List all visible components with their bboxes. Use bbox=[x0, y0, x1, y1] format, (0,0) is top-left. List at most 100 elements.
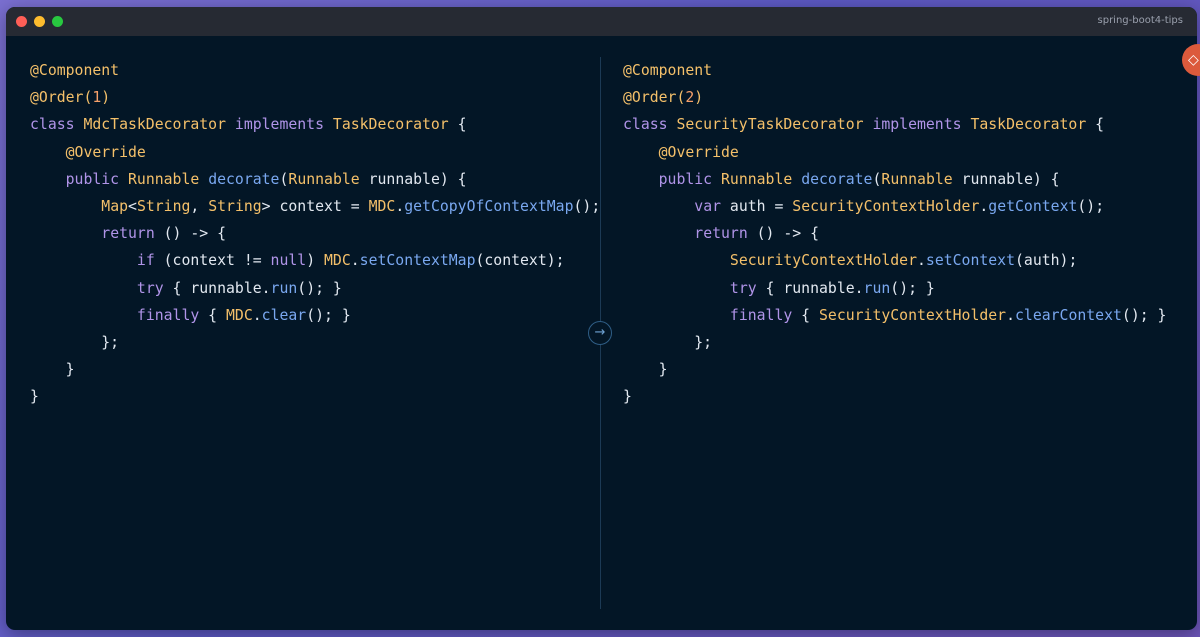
code-line: } bbox=[623, 383, 1188, 410]
code-token: () -> { bbox=[747, 225, 820, 243]
code-line: try { runnable.run(); } bbox=[30, 275, 595, 302]
code-token: getContext bbox=[988, 197, 1078, 215]
code-token: getCopyOfContextMap bbox=[404, 197, 574, 215]
code-line: try { runnable.run(); } bbox=[623, 275, 1188, 302]
code-token: TaskDecorator bbox=[332, 116, 449, 134]
code-line: SecurityContextHolder.setContext(auth); bbox=[623, 247, 1188, 274]
code-token: . bbox=[916, 252, 926, 270]
code-token: > context = bbox=[261, 197, 369, 215]
code-line: @Order(2) bbox=[623, 84, 1188, 111]
code-token: SecurityContextHolder bbox=[819, 306, 1007, 324]
code-line: finally { SecurityContextHolder.clearCon… bbox=[623, 302, 1188, 329]
code-line: return () -> { bbox=[623, 220, 1188, 247]
code-pane-right: @Component @Order(2) class SecurityTaskDec… bbox=[623, 57, 1188, 410]
code-token: runnable) { bbox=[359, 170, 467, 188]
code-token: Runnable bbox=[128, 170, 200, 188]
code-pane-left: @Component @Order(1) class MdcTaskDecorato… bbox=[30, 57, 600, 410]
code-token: Runnable bbox=[721, 170, 793, 188]
code-token: class bbox=[623, 116, 677, 134]
code-token: TaskDecorator bbox=[970, 116, 1087, 134]
code-token: . bbox=[979, 197, 989, 215]
code-line: class SecurityTaskDecorator implements T… bbox=[623, 111, 1188, 138]
code-token: . bbox=[252, 306, 262, 324]
code-line: @Override bbox=[623, 139, 1188, 166]
code-token: auth = bbox=[721, 197, 793, 215]
code-token: @Order( bbox=[30, 89, 93, 107]
code-token: return bbox=[101, 225, 155, 243]
code-token: { bbox=[1086, 116, 1105, 134]
code-token: { bbox=[792, 306, 819, 324]
code-token: implements bbox=[226, 116, 333, 134]
code-token: @Override bbox=[65, 143, 146, 161]
code-token: setContextMap bbox=[359, 252, 476, 270]
code-line: public Runnable decorate(Runnable runnab… bbox=[623, 166, 1188, 193]
code-line: Map<String, String> context = MDC.getCop… bbox=[30, 193, 600, 220]
arrow-right-icon: → bbox=[588, 321, 612, 345]
code-token: clear bbox=[261, 306, 307, 324]
code-line: class MdcTaskDecorator implements TaskDe… bbox=[30, 111, 595, 138]
code-token: } bbox=[623, 361, 668, 379]
code-token: implements bbox=[863, 116, 971, 134]
code-line: @Order(1) bbox=[30, 84, 595, 111]
code-token: { bbox=[199, 306, 226, 324]
code-token: @Component bbox=[30, 62, 120, 79]
code-token: Map bbox=[101, 197, 129, 215]
code-token: try bbox=[136, 279, 164, 297]
code-token: MDC bbox=[324, 252, 351, 270]
code-token: clearContext bbox=[1015, 306, 1122, 324]
code-line: return () -> { bbox=[30, 220, 595, 247]
code-token: (); } bbox=[1121, 306, 1167, 324]
code-line: @Component bbox=[623, 57, 1188, 84]
code-token: } bbox=[30, 361, 75, 379]
zoom-window-button[interactable] bbox=[52, 16, 63, 27]
code-token: (); } bbox=[297, 279, 342, 297]
code-token: Runnable bbox=[881, 170, 953, 188]
code-token: (context); bbox=[475, 252, 565, 270]
code-token: public bbox=[658, 170, 721, 188]
code-window: spring-boot4-tips @Component @Order(1) cla… bbox=[6, 7, 1197, 630]
code-token: (auth); bbox=[1015, 252, 1078, 270]
code-token: null bbox=[270, 252, 307, 270]
code-token: Runnable bbox=[288, 170, 360, 188]
code-token: finally bbox=[729, 306, 793, 324]
code-token: }; bbox=[30, 333, 120, 351]
code-token: runnable) { bbox=[952, 170, 1060, 188]
code-token: { bbox=[448, 116, 467, 134]
code-token: }; bbox=[623, 333, 713, 351]
code-token: ) bbox=[306, 252, 325, 270]
code-token: 2 bbox=[685, 89, 695, 107]
minimize-window-button[interactable] bbox=[34, 16, 45, 27]
window-title: spring-boot4-tips bbox=[1097, 15, 1183, 26]
code-token: SecurityTaskDecorator bbox=[676, 116, 864, 134]
code-token: . bbox=[350, 252, 360, 270]
code-token: @Component bbox=[623, 62, 713, 79]
code-token: < bbox=[128, 197, 137, 215]
code-token: (); } bbox=[306, 306, 351, 324]
code-token: , bbox=[190, 197, 209, 215]
code-token: var bbox=[694, 197, 722, 215]
code-token: run bbox=[270, 279, 298, 297]
code-token: { runnable. bbox=[756, 279, 864, 297]
code-token: try bbox=[729, 279, 757, 297]
code-line: finally { MDC.clear(); } bbox=[30, 302, 595, 329]
code-token: decorate bbox=[208, 170, 280, 188]
code-token: run bbox=[863, 279, 891, 297]
code-token: @Override bbox=[658, 143, 739, 161]
code-line: if (context != null) MDC.setContextMap(c… bbox=[30, 247, 595, 274]
code-token: . bbox=[395, 197, 405, 215]
code-token: setContext bbox=[925, 252, 1015, 270]
code-token: decorate bbox=[801, 170, 873, 188]
close-window-button[interactable] bbox=[16, 16, 27, 27]
code-token: MdcTaskDecorator bbox=[83, 116, 226, 134]
